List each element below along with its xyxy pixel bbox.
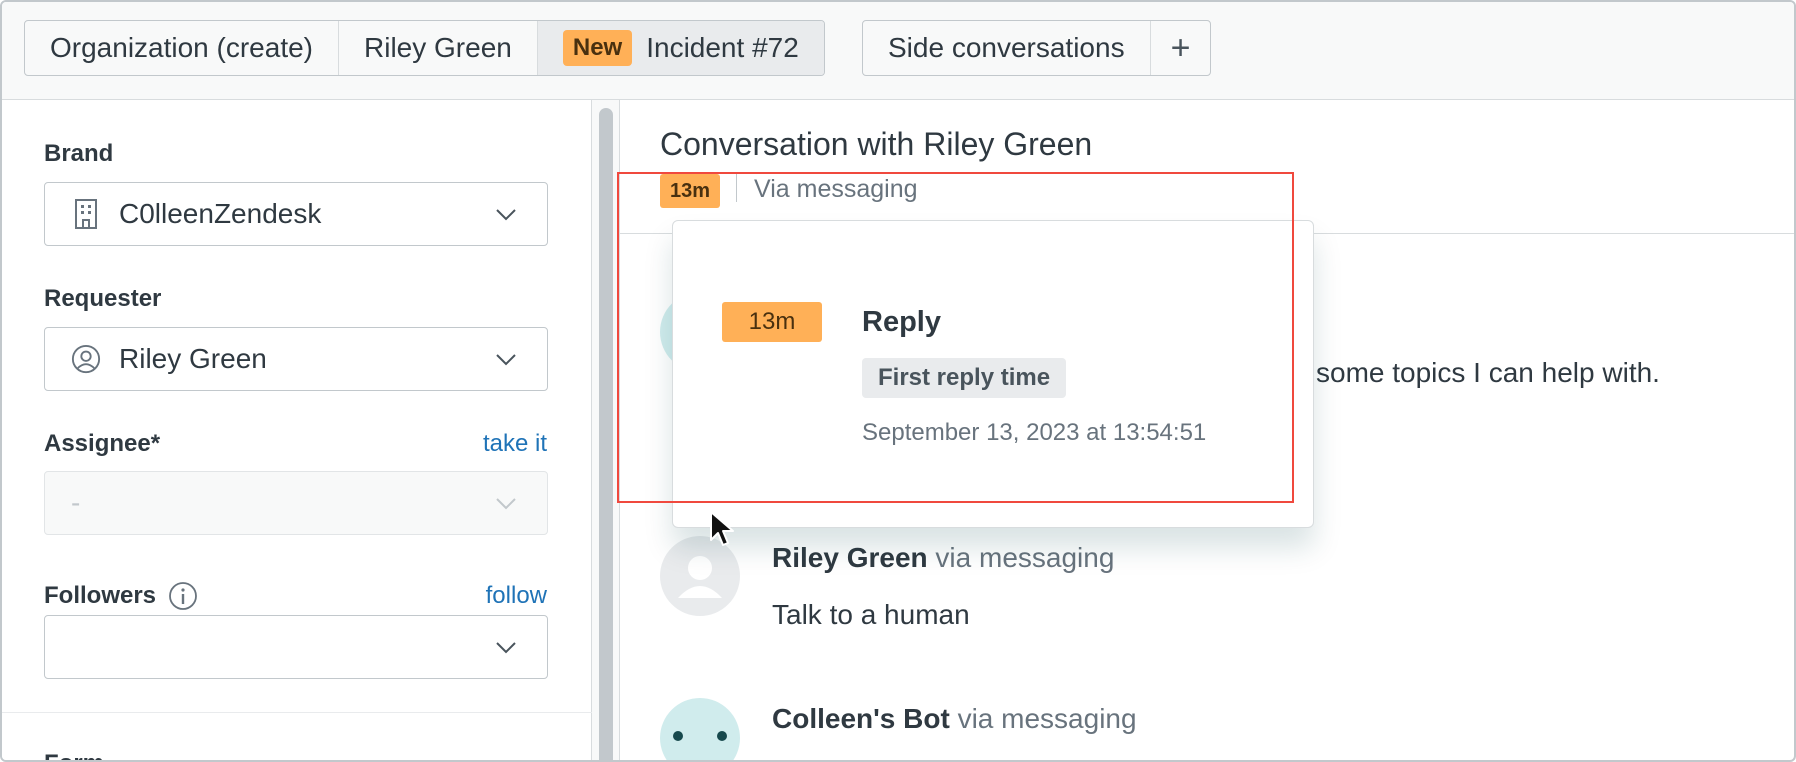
ticket-properties-panel: Brand C0lleenZendesk Requester Riley Gre… (2, 100, 592, 760)
popover-title: Reply (862, 306, 941, 338)
message-body: Talk to a human (772, 599, 970, 630)
mouse-cursor-icon (710, 511, 734, 546)
sla-due-date: September 13, 2023 at 13:54:51 (862, 419, 1207, 446)
channel-label: Via messaging (754, 175, 918, 203)
tab-requester[interactable]: Riley Green (339, 21, 538, 75)
popover-timer-badge: 13m (722, 302, 822, 342)
meta-separator (736, 174, 737, 202)
take-it-link[interactable]: take it (483, 430, 547, 458)
add-tab-button[interactable]: + (1151, 21, 1211, 75)
tab-bar: Organization (create) Riley Green New In… (2, 2, 1794, 100)
author-channel: via messaging (949, 703, 1137, 734)
message-author: Riley Green via messaging (772, 542, 1114, 574)
tab-organization[interactable]: Organization (create) (25, 21, 340, 75)
app-window: Organization (create) Riley Green New In… (0, 0, 1796, 762)
user-circle-icon (71, 344, 101, 374)
chevron-down-icon (496, 209, 516, 221)
info-icon[interactable] (168, 581, 198, 611)
assignee-label: Assignee* (44, 430, 161, 457)
followers-label: Followers (44, 582, 157, 609)
requester-select[interactable]: Riley Green (44, 327, 548, 391)
sidebar-scrollbar[interactable] (592, 100, 620, 760)
brand-select[interactable]: C0lleenZendesk (44, 182, 548, 246)
sla-metric-tag: First reply time (862, 358, 1067, 398)
message-author: Colleen's Bot via messaging (772, 703, 1137, 735)
chevron-down-icon (496, 498, 516, 510)
brand-value: C0lleenZendesk (119, 198, 322, 229)
status-badge-new: New (562, 30, 633, 66)
requester-label: Requester (44, 285, 162, 312)
author-channel: via messaging (927, 542, 1115, 573)
form-label: Form (44, 750, 104, 760)
tab-side-conversations[interactable]: Side conversations (863, 21, 1151, 75)
followers-select[interactable] (44, 615, 548, 679)
author-name: Colleen's Bot (772, 703, 950, 734)
section-divider (2, 712, 592, 713)
scrollbar-thumb[interactable] (599, 108, 613, 760)
follow-link[interactable]: follow (486, 582, 547, 610)
avatar (660, 698, 740, 760)
chevron-down-icon (496, 642, 516, 654)
tab-incident[interactable]: New Incident #72 (537, 21, 824, 75)
bot-avatar-icon (673, 731, 727, 741)
brand-label: Brand (44, 140, 114, 167)
ticket-tab-group: Organization (create) Riley Green New In… (24, 20, 825, 76)
sla-timer-badge[interactable]: 13m (660, 174, 720, 208)
side-tab-group: Side conversations + (862, 20, 1212, 76)
tab-incident-label: Incident #72 (646, 32, 799, 63)
assignee-select: - (44, 471, 548, 535)
author-name: Riley Green (772, 542, 928, 573)
conversation-title: Conversation with Riley Green (660, 126, 1093, 162)
chevron-down-icon (496, 354, 516, 366)
message-body: some topics I can help with. (1316, 357, 1660, 388)
building-icon (71, 199, 101, 229)
requester-value: Riley Green (119, 343, 267, 374)
assignee-value: - (71, 487, 81, 518)
